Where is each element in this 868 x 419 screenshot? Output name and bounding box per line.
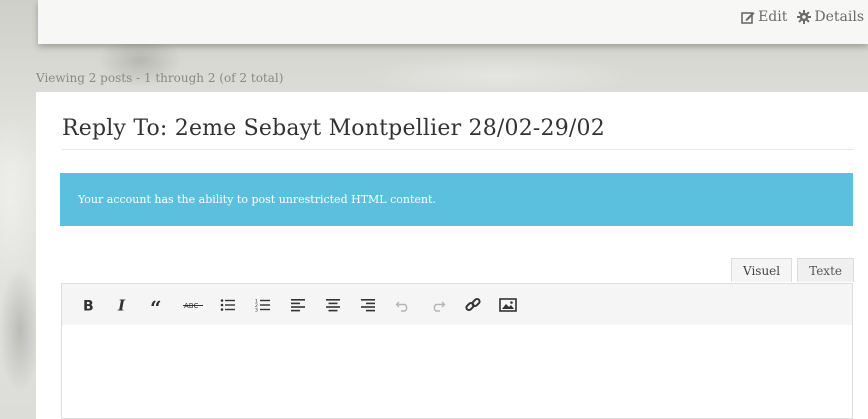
gear-icon (797, 10, 812, 24)
edit-icon (741, 12, 755, 24)
align-left-icon (290, 298, 305, 311)
editor-toolbar: B I “ ABC (61, 283, 853, 326)
post-header-bar: Edit Details (38, 0, 868, 44)
editor-tabs: Visuel Texte (731, 258, 854, 282)
notice-text: Your account has the ability to post unr… (78, 193, 436, 206)
link-button[interactable] (455, 290, 490, 320)
italic-button[interactable]: I (105, 290, 140, 320)
details-label: Details (814, 9, 864, 25)
svg-text:3: 3 (255, 307, 258, 312)
undo-button[interactable] (385, 290, 420, 320)
details-link[interactable]: Details (797, 9, 864, 25)
info-notice: Your account has the ability to post unr… (60, 173, 853, 226)
image-icon (498, 297, 517, 312)
reply-panel: Reply To: 2eme Sebayt Montpellier 28/02-… (36, 92, 868, 419)
blockquote-icon: “ (150, 298, 162, 312)
link-icon (464, 297, 481, 311)
bold-button[interactable]: B (70, 290, 105, 320)
bulleted-list-icon (220, 298, 235, 311)
editor-content-area[interactable] (61, 325, 853, 419)
pagination-count: Viewing 2 posts - 1 through 2 (of 2 tota… (36, 71, 284, 85)
page-title: Reply To: 2eme Sebayt Montpellier 28/02-… (62, 116, 854, 150)
blockquote-button[interactable]: “ (140, 290, 175, 320)
svg-text:B: B (83, 298, 94, 312)
strikethrough-icon: ABC (182, 302, 203, 310)
redo-icon (433, 301, 445, 312)
align-center-icon (325, 298, 340, 311)
bulleted-list-button[interactable] (210, 290, 245, 320)
italic-icon: I (117, 298, 126, 312)
undo-icon (395, 301, 407, 312)
numbered-list-button[interactable]: 1 2 3 (245, 290, 280, 320)
numbered-list-icon: 1 2 3 (255, 298, 270, 312)
align-right-icon (360, 298, 375, 311)
tab-visual[interactable]: Visuel (731, 258, 793, 282)
align-right-button[interactable] (350, 290, 385, 320)
strikethrough-button[interactable]: ABC (175, 290, 210, 320)
bold-icon: B (83, 298, 94, 312)
tab-text[interactable]: Texte (797, 258, 854, 282)
align-left-button[interactable] (280, 290, 315, 320)
svg-text:“: “ (150, 298, 162, 312)
image-button[interactable] (490, 290, 525, 320)
edit-link[interactable]: Edit (741, 9, 787, 25)
redo-button[interactable] (420, 290, 455, 320)
post-actions: Edit Details (741, 9, 864, 25)
edit-label: Edit (758, 9, 788, 25)
align-center-button[interactable] (315, 290, 350, 320)
svg-text:I: I (117, 298, 126, 312)
